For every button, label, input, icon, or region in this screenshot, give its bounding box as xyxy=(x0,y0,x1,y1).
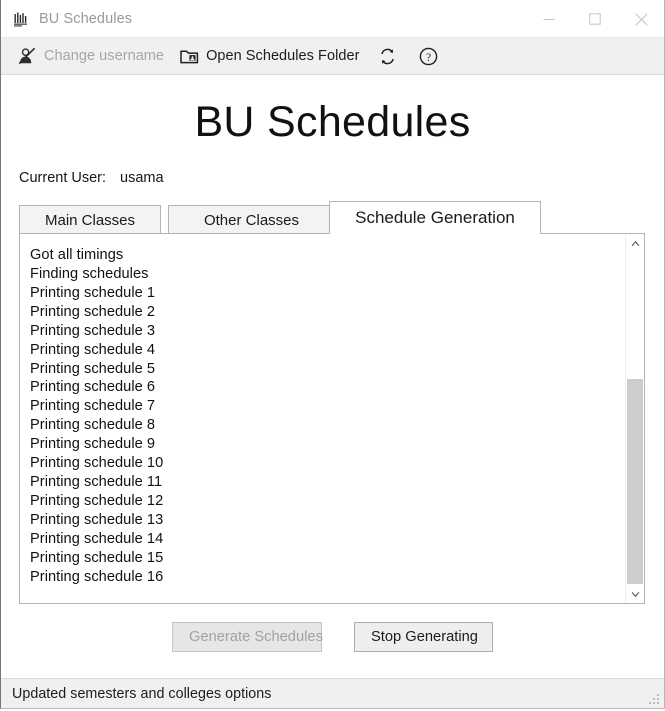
help-circle-icon: ? xyxy=(418,46,438,66)
refresh-icon xyxy=(377,46,397,66)
log-line: Finding schedules xyxy=(30,265,625,284)
status-bar: Updated semesters and colleges options xyxy=(1,678,664,708)
tab-main-classes-label: Main Classes xyxy=(45,212,135,229)
log-line: Printing schedule 4 xyxy=(30,341,625,360)
log-line: Printing schedule 14 xyxy=(30,530,625,549)
tab-other-classes-label: Other Classes xyxy=(204,212,299,229)
log-line: Printing schedule 2 xyxy=(30,303,625,322)
log-panel: Got all timingsFinding schedulesPrinting… xyxy=(19,233,645,604)
open-schedules-folder-label: Open Schedules Folder xyxy=(206,48,359,64)
current-user-row: Current User: usama xyxy=(1,170,664,186)
tab-strip: Main Classes Other Classes Schedule Gene… xyxy=(19,203,645,234)
tab-schedule-generation[interactable]: Schedule Generation xyxy=(329,201,541,234)
log-line: Printing schedule 8 xyxy=(30,416,625,435)
log-line: Printing schedule 1 xyxy=(30,284,625,303)
log-line: Printing schedule 9 xyxy=(30,435,625,454)
current-user-value: usama xyxy=(120,170,164,186)
scroll-down-button[interactable] xyxy=(626,585,644,603)
current-user-label: Current User: xyxy=(19,170,106,186)
log-line: Printing schedule 11 xyxy=(30,473,625,492)
status-bar-text: Updated semesters and colleges options xyxy=(12,686,271,702)
scroll-up-button[interactable] xyxy=(626,234,644,252)
minimize-button[interactable] xyxy=(526,0,572,38)
scrollbar-track[interactable] xyxy=(626,252,644,585)
log-line: Printing schedule 10 xyxy=(30,454,625,473)
window-title: BU Schedules xyxy=(39,11,132,27)
tab-schedule-generation-label: Schedule Generation xyxy=(355,208,515,228)
folder-user-icon xyxy=(179,46,199,66)
log-line: Printing schedule 7 xyxy=(30,397,625,416)
tab-other-classes[interactable]: Other Classes xyxy=(168,205,335,234)
close-button[interactable] xyxy=(618,0,664,38)
chevron-down-icon xyxy=(631,585,640,603)
title-bar-left: BU Schedules xyxy=(1,11,526,28)
action-buttons-row: Generate Schedules Stop Generating xyxy=(1,622,664,652)
user-disabled-icon xyxy=(17,46,37,66)
log-line: Printing schedule 6 xyxy=(30,378,625,397)
log-scrollbar[interactable] xyxy=(625,234,644,603)
title-bar: BU Schedules xyxy=(1,0,664,38)
refresh-button[interactable] xyxy=(368,42,406,70)
log-line: Printing schedule 3 xyxy=(30,322,625,341)
change-username-label: Change username xyxy=(44,48,164,64)
generate-schedules-button[interactable]: Generate Schedules xyxy=(172,622,322,652)
stop-generating-button[interactable]: Stop Generating xyxy=(354,622,493,652)
svg-text:?: ? xyxy=(426,52,431,64)
log-line: Printing schedule 15 xyxy=(30,549,625,568)
scrollbar-thumb[interactable] xyxy=(627,379,643,584)
change-username-button[interactable]: Change username xyxy=(11,42,170,70)
help-button[interactable]: ? xyxy=(409,42,447,70)
toolbar: Change username Open Schedules Folder xyxy=(1,38,664,75)
log-line: Printing schedule 12 xyxy=(30,492,625,511)
tab-main-classes[interactable]: Main Classes xyxy=(19,205,161,234)
open-schedules-folder-button[interactable]: Open Schedules Folder xyxy=(173,42,365,70)
chevron-up-icon xyxy=(631,234,640,252)
resize-grip-icon[interactable] xyxy=(648,693,661,706)
title-bar-divider xyxy=(1,37,664,38)
log-list[interactable]: Got all timingsFinding schedulesPrinting… xyxy=(20,234,625,603)
maximize-button[interactable] xyxy=(572,0,618,38)
log-line: Printing schedule 5 xyxy=(30,360,625,379)
application-window: BU Schedules Change userna xyxy=(0,0,665,709)
log-line: Printing schedule 13 xyxy=(30,511,625,530)
schedule-bars-icon xyxy=(13,11,30,28)
log-line: Got all timings xyxy=(30,246,625,265)
main-content: BU Schedules Current User: usama Main Cl… xyxy=(1,75,664,708)
log-line: Printing schedule 16 xyxy=(30,568,625,587)
page-title: BU Schedules xyxy=(1,75,664,145)
